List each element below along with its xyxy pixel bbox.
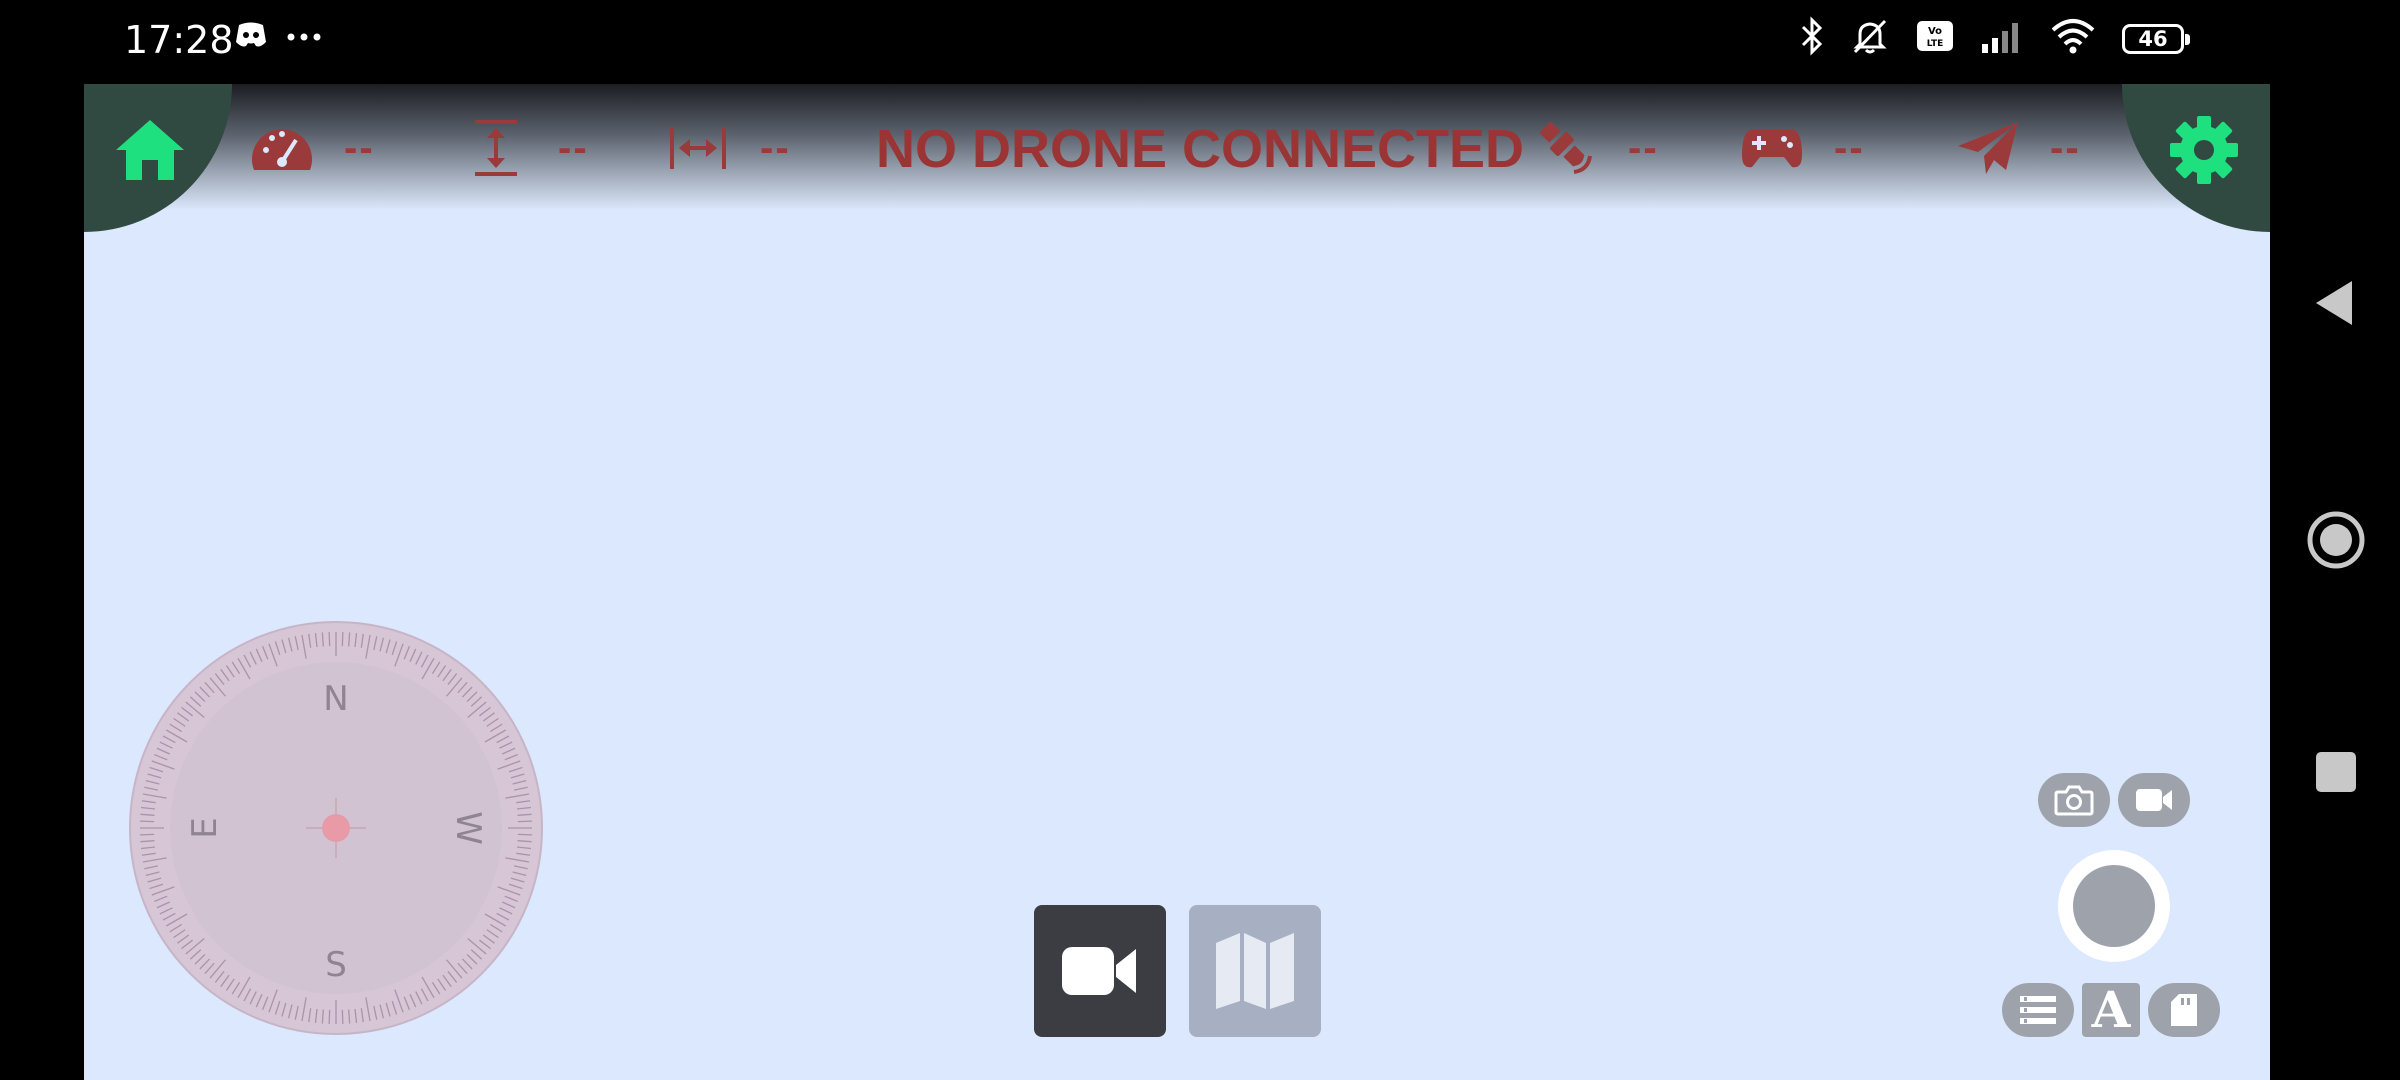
speedometer-icon	[250, 116, 314, 180]
signal-icon	[1980, 18, 2024, 59]
volte-icon: Vo LTE	[1916, 20, 1954, 57]
photo-mode-button[interactable]	[2038, 773, 2110, 827]
mute-icon	[1850, 16, 1890, 61]
battery-icon: 46	[2122, 23, 2190, 54]
home-icon	[116, 120, 184, 180]
telemetry-controller: --	[1740, 116, 1865, 180]
video-camera-icon	[2136, 789, 2172, 811]
shutter-button[interactable]	[2073, 865, 2155, 947]
font-button[interactable]: A	[2082, 983, 2140, 1037]
back-icon[interactable]	[2312, 279, 2356, 327]
home-nav-icon[interactable]	[2306, 510, 2366, 570]
telemetry-speed: --	[250, 116, 375, 180]
sd-card-button[interactable]	[2148, 983, 2220, 1037]
telemetry-satellites: --	[1534, 116, 1659, 180]
list-icon	[2020, 996, 2056, 1024]
list-button[interactable]	[2002, 983, 2074, 1037]
altitude-value: --	[558, 125, 589, 170]
compass-north: N	[323, 679, 348, 719]
camera-icon	[2054, 785, 2094, 816]
satellites-value: --	[1628, 125, 1659, 170]
app-viewport[interactable]: -- -- -- NO DRONE CONNECTED -- -- -- N S…	[84, 84, 2270, 1080]
compass-south: S	[325, 945, 347, 985]
distance-icon	[666, 116, 730, 180]
font-icon: A	[2091, 980, 2131, 1039]
wifi-icon	[2050, 18, 2096, 59]
paper-plane-icon	[1956, 116, 2020, 180]
video-camera-icon	[1062, 947, 1136, 995]
recents-icon[interactable]	[2315, 751, 2357, 793]
map-icon	[1216, 933, 1294, 1009]
discord-icon	[234, 20, 268, 55]
compass-west: W	[448, 811, 488, 845]
telemetry-altitude: --	[464, 116, 589, 180]
status-right-icons: Vo LTE 46	[1800, 16, 2190, 61]
status-left-icons	[234, 20, 322, 55]
more-dots-icon	[286, 29, 322, 47]
telemetry-flight: --	[1956, 116, 2081, 180]
compass-east: E	[185, 817, 225, 838]
svg-text:LTE: LTE	[1927, 39, 1944, 49]
compass: N S E W	[129, 621, 543, 1035]
speed-value: --	[344, 125, 375, 170]
connection-status: NO DRONE CONNECTED	[876, 119, 1525, 179]
controller-value: --	[1834, 125, 1865, 170]
svg-text:Vo: Vo	[1928, 26, 1942, 37]
video-view-button[interactable]	[1034, 905, 1166, 1037]
gamepad-icon	[1740, 116, 1804, 180]
bluetooth-icon	[1800, 16, 1824, 61]
map-view-button[interactable]	[1189, 905, 1321, 1037]
video-mode-button[interactable]	[2118, 773, 2190, 827]
altitude-icon	[464, 116, 528, 180]
gear-icon	[2170, 116, 2238, 184]
status-bar: 17:28 Vo LTE 46	[0, 0, 2400, 84]
compass-center-marker	[322, 814, 350, 842]
status-time: 17:28	[124, 18, 234, 62]
telemetry-distance: --	[666, 116, 791, 180]
android-nav-bar	[2270, 84, 2400, 1080]
distance-value: --	[760, 125, 791, 170]
satellite-icon	[1534, 116, 1598, 180]
sd-card-icon	[2171, 994, 2197, 1026]
flight-value: --	[2050, 125, 2081, 170]
